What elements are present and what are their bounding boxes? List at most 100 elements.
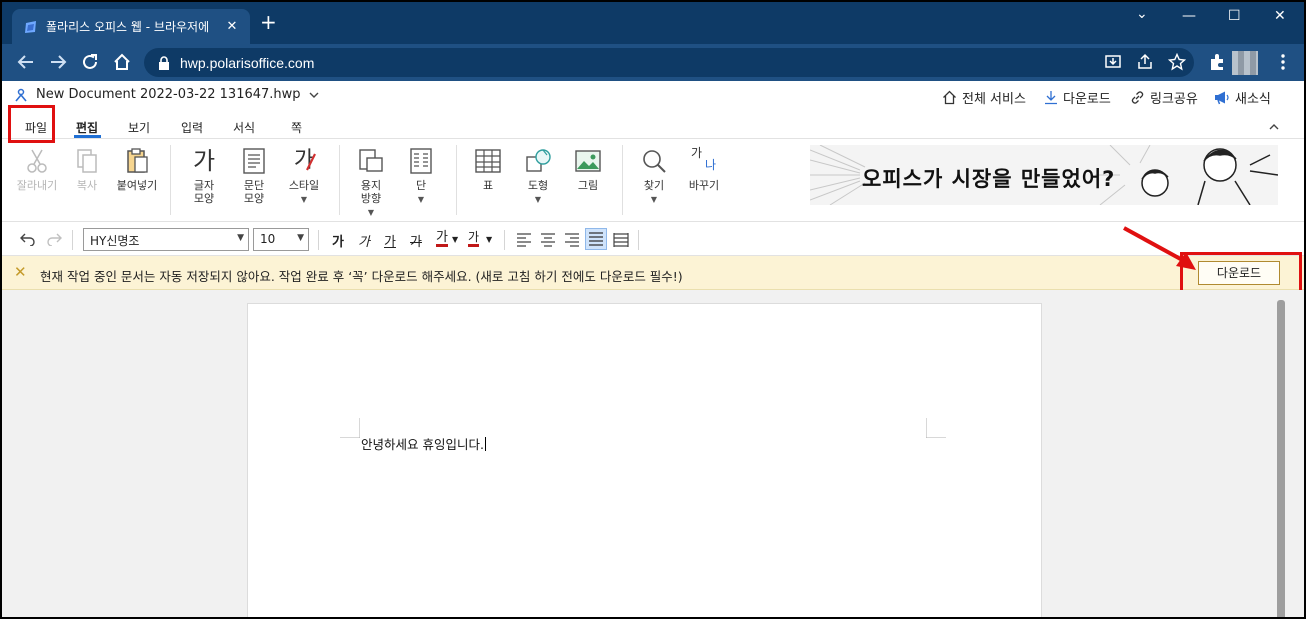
copy-icon xyxy=(77,149,97,173)
replace-icon-b: 나 xyxy=(705,158,717,172)
new-tab-button[interactable]: + xyxy=(260,12,277,32)
document-title[interactable]: New Document 2022-03-22 131647.hwp xyxy=(14,87,319,102)
tab-insert[interactable]: 입력 xyxy=(181,119,203,136)
toolbar-divider xyxy=(72,230,73,250)
extensions-icon[interactable] xyxy=(1208,53,1226,71)
find-button[interactable]: 찾기 ▼ xyxy=(627,147,681,206)
table-button[interactable]: 표 xyxy=(461,147,515,192)
font-size-value: 10 xyxy=(260,232,276,246)
document-page[interactable]: 안녕하세요 휴잉입니다. xyxy=(247,303,1042,617)
vertical-scrollbar[interactable] xyxy=(1277,300,1285,617)
reload-icon[interactable] xyxy=(80,52,100,72)
collapse-ribbon-icon[interactable] xyxy=(1268,122,1280,132)
table-icon xyxy=(475,149,501,173)
align-left-icon[interactable] xyxy=(516,232,532,248)
distribute-icon[interactable] xyxy=(613,232,629,248)
back-icon[interactable] xyxy=(16,52,36,72)
red-arrow-icon xyxy=(1123,226,1196,270)
scissors-icon xyxy=(27,149,47,173)
underline-button[interactable]: 가 xyxy=(384,231,396,250)
paper-direction-button[interactable]: 용지 방향 ▼ xyxy=(344,147,398,219)
minimize-button[interactable]: — xyxy=(1182,8,1196,24)
cut-label: 잘라내기 xyxy=(16,179,58,192)
notice-text: 현재 작업 중인 문서는 자동 저장되지 않아요. 작업 완료 후 ‘꼭’ 다운… xyxy=(40,269,683,284)
url-field[interactable]: hwp.polarisoffice.com xyxy=(144,48,1194,77)
bold-button[interactable]: 가 xyxy=(332,231,344,250)
chevron-down-icon: ▼ xyxy=(237,233,244,243)
document-header: New Document 2022-03-22 131647.hwp 전체 서비… xyxy=(2,81,1304,111)
chevron-down-icon: ▼ xyxy=(297,233,304,243)
replace-button[interactable]: 가나 바꾸기 xyxy=(677,147,731,193)
paragraph-icon xyxy=(243,148,265,174)
undo-icon[interactable] xyxy=(20,232,36,246)
title-bar: 폴라리스 오피스 웹 - 브라우저에 ✕ + ⌄ — ☐ ✕ xyxy=(2,2,1304,44)
home-icon[interactable] xyxy=(112,52,132,72)
share-link-label: 링크공유 xyxy=(1150,92,1198,107)
tab-page[interactable]: 쪽 xyxy=(291,119,302,136)
forward-icon[interactable] xyxy=(48,52,68,72)
chevron-down-icon[interactable] xyxy=(309,91,319,99)
tab-view[interactable]: 보기 xyxy=(128,119,150,136)
url-text: hwp.polarisoffice.com xyxy=(180,54,315,71)
font-color-button[interactable]: 가 xyxy=(436,231,448,247)
all-services-button[interactable]: 전체 서비스 xyxy=(942,88,1026,107)
char-shape-label-2: 모양 xyxy=(193,192,215,205)
highlight-color-button[interactable]: 가 xyxy=(468,231,480,247)
ribbon-divider xyxy=(170,145,171,215)
news-label: 새소식 xyxy=(1235,92,1271,107)
bookmark-star-icon[interactable] xyxy=(1168,53,1186,71)
tab-format[interactable]: 서식 xyxy=(233,119,255,136)
browser-menu-icon[interactable] xyxy=(1274,53,1292,71)
maximize-button[interactable]: ☐ xyxy=(1228,8,1241,24)
toolbar-divider xyxy=(504,230,505,250)
header-download-button[interactable]: 다운로드 xyxy=(1044,88,1111,107)
cut-button[interactable]: 잘라내기 xyxy=(10,147,64,192)
copy-label: 복사 xyxy=(76,179,98,192)
notice-close-icon[interactable]: ✕ xyxy=(14,263,27,281)
shapes-icon xyxy=(526,149,551,172)
replace-label: 바꾸기 xyxy=(688,179,720,192)
font-select[interactable]: HY신명조 ▼ xyxy=(83,228,249,251)
highlight-caret-icon[interactable]: ▼ xyxy=(486,235,492,244)
style-label: 스타일 xyxy=(288,179,320,192)
document-body-text[interactable]: 안녕하세요 휴잉입니다. xyxy=(361,434,486,453)
profile-avatar[interactable] xyxy=(1232,51,1258,75)
toolbar-divider xyxy=(638,230,639,250)
font-color-caret-icon[interactable]: ▼ xyxy=(452,235,458,244)
tab-edit[interactable]: 편집 xyxy=(76,119,98,136)
para-shape-button[interactable]: 문단 모양 xyxy=(227,147,281,205)
paste-button[interactable]: 붙여넣기 xyxy=(110,147,164,192)
align-center-icon[interactable] xyxy=(540,232,556,248)
paper-orientation-icon xyxy=(359,149,383,172)
shape-button[interactable]: 도형 ▼ xyxy=(511,147,565,206)
style-button[interactable]: 가 스타일 ▼ xyxy=(277,147,331,206)
picture-button[interactable]: 그림 xyxy=(561,147,615,192)
tab-search-icon[interactable]: ⌄ xyxy=(1136,6,1148,22)
strikethrough-button[interactable]: 가 xyxy=(410,231,422,250)
hwp-file-icon xyxy=(15,88,27,102)
picture-icon xyxy=(575,150,601,172)
share-icon[interactable] xyxy=(1136,53,1154,71)
share-link-button[interactable]: 링크공유 xyxy=(1130,88,1198,107)
italic-button[interactable]: 가 xyxy=(358,231,370,250)
news-button[interactable]: 새소식 xyxy=(1214,88,1271,107)
polaris-favicon-icon xyxy=(25,20,36,33)
align-right-icon[interactable] xyxy=(564,232,580,248)
close-window-button[interactable]: ✕ xyxy=(1274,8,1286,24)
picture-label: 그림 xyxy=(577,179,599,192)
ribbon-divider xyxy=(339,145,340,215)
ribbon: 잘라내기 복사 붙여넣기 가 글자 모양 문단 모양 가 스타일 ▼ 용지 방향… xyxy=(2,139,1304,222)
columns-button[interactable]: 단 ▼ xyxy=(394,147,448,206)
redo-icon[interactable] xyxy=(46,232,62,246)
copy-button[interactable]: 복사 xyxy=(60,147,114,192)
font-size-select[interactable]: 10 ▼ xyxy=(253,228,309,251)
justify-button-active[interactable] xyxy=(585,228,607,250)
magnifier-icon xyxy=(643,150,666,173)
char-shape-button[interactable]: 가 글자 모양 xyxy=(177,147,231,205)
header-download-label: 다운로드 xyxy=(1063,92,1111,107)
document-canvas: 안녕하세요 휴잉입니다. xyxy=(2,290,1304,617)
tab-close-icon[interactable]: ✕ xyxy=(224,19,240,34)
install-app-icon[interactable] xyxy=(1104,53,1122,71)
ad-banner[interactable]: 오피스가 시장을 만들었어? xyxy=(810,145,1278,205)
browser-tab[interactable]: 폴라리스 오피스 웹 - 브라우저에 ✕ xyxy=(12,9,250,44)
